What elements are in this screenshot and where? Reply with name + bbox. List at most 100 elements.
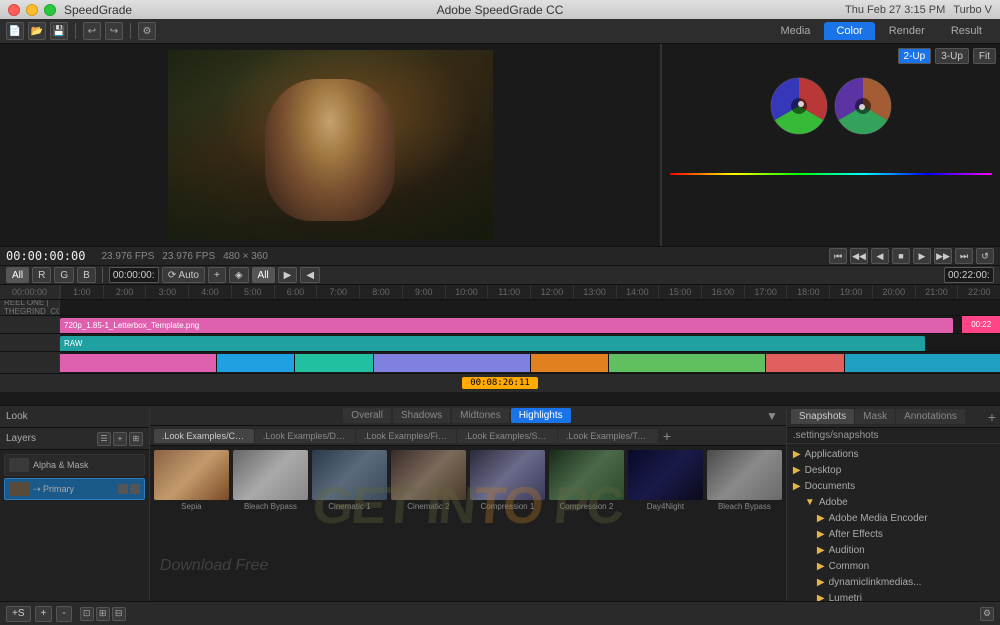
file-item-dynamiclink[interactable]: ▶ dynamiclinkmedias... [789,574,998,590]
grade-clip[interactable] [609,354,766,372]
play-btn[interactable]: ▶ [913,248,931,264]
file-item-desktop[interactable]: ▶ Desktop [789,462,998,478]
view-2up-btn[interactable]: 2-Up [898,48,932,64]
step-fwd-btn[interactable]: ▶▶ [934,248,952,264]
file-item-documents[interactable]: ▶ Documents [789,478,998,494]
go-to-start-btn[interactable]: ⏮ [829,248,847,264]
lut-tab-style[interactable]: .Look Examples/Style [457,429,557,443]
open-icon[interactable]: 📂 [28,22,46,40]
layer-btn[interactable] [118,484,128,494]
add-marker[interactable]: + [208,267,226,283]
snapshot-add-btn[interactable]: + [988,409,996,425]
track-btn-2[interactable]: G [54,267,74,283]
lut-item-cin1[interactable]: Cinematic 1 [312,450,387,621]
add-grade[interactable]: ◈ [229,267,249,283]
file-item-adobe[interactable]: ▼ Adobe [789,494,998,510]
grade-track-content[interactable] [60,352,1000,373]
track-btn-1[interactable]: R [32,267,51,283]
loop-toggle[interactable]: ⟳ Auto [162,267,205,283]
maximize-button[interactable] [44,4,56,16]
video-track-2-content[interactable]: RAW [60,334,1000,351]
window-title: Adobe SpeedGrade CC [437,3,564,17]
track-btn-3[interactable]: B [77,267,96,283]
stop-btn[interactable]: ■ [892,248,910,264]
status-plus-btn[interactable]: + [35,606,53,622]
view-3up-btn[interactable]: 3-Up [935,48,969,64]
file-item-ae[interactable]: ▶ After Effects [789,526,998,542]
tab-snapshots[interactable]: Snapshots [791,409,854,424]
new-icon[interactable]: 📄 [6,22,24,40]
file-item-common[interactable]: ▶ Common [789,558,998,574]
grade-clip[interactable] [845,354,1000,372]
end-timecode-input[interactable] [944,267,994,283]
go-to-end-btn[interactable]: ⏭ [955,248,973,264]
grade-clip[interactable] [60,354,217,372]
start-timecode-input[interactable] [109,267,159,283]
lut-item-bb[interactable]: Bleach Bypass [707,450,782,621]
settings-icon[interactable]: ⚙ [138,22,156,40]
panel-expand-btn[interactable]: ▼ [762,409,782,423]
lut-item-sepia[interactable]: Sepia [154,450,229,621]
lut-tab-add-btn[interactable]: + [659,428,675,444]
lut-label-bleach: Bleach Bypass [244,502,297,511]
layers-add-icon[interactable]: + [113,432,127,446]
grade-clip[interactable] [531,354,610,372]
save-icon[interactable]: 💾 [50,22,68,40]
all-btn-2[interactable]: All [252,267,275,283]
file-item-applications[interactable]: ▶ Applications [789,446,998,462]
grade-clip[interactable] [766,354,845,372]
lut-item-comp2[interactable]: Compression 2 [549,450,624,621]
lut-item-cin2[interactable]: Cinematic 2 [391,450,466,621]
minimize-button[interactable] [26,4,38,16]
close-button[interactable] [8,4,20,16]
lut-tab-filmstock[interactable]: .Look Examples/Filmstock [356,429,456,443]
redo-icon[interactable]: ↪ [105,22,123,40]
lut-tab-desaturation[interactable]: .Look Examples/Desaturation [255,429,355,443]
layer-item-alpha[interactable]: Alpha & Mask [4,454,145,476]
video-track-1-content[interactable]: 720p_1.85-1_Letterbox_Template.png 00:22 [60,316,1000,333]
overall-tab[interactable]: Overall [343,408,391,423]
layer-item-primary[interactable]: ⇢ Primary [4,478,145,500]
layer-btn[interactable] [130,484,140,494]
tab-annotations[interactable]: Annotations [896,409,965,424]
tab-result[interactable]: Result [939,22,994,40]
status-minus-btn[interactable]: - [56,606,71,622]
status-settings-icon[interactable]: ⚙ [980,607,994,621]
lut-item-d4n[interactable]: Day4Night [628,450,703,621]
lut-tab-cinematic[interactable]: .Look Examples/Cinematic [154,429,254,443]
lut-item-comp1[interactable]: Compression 1 [470,450,545,621]
lut-tab-temperature[interactable]: .Look Examples/Temperature [558,429,658,443]
layers-options-icon[interactable]: ☰ [97,432,111,446]
tab-mask[interactable]: Mask [855,409,895,424]
status-icon-2[interactable]: ⊞ [96,607,110,621]
tab-color[interactable]: Color [824,22,874,40]
project-track-content[interactable] [60,300,1000,315]
loop-btn[interactable]: ↺ [976,248,994,264]
file-item-label: Documents [805,481,856,492]
undo-icon[interactable]: ↩ [83,22,101,40]
step-back-btn[interactable]: ◀◀ [850,248,868,264]
grade-clip[interactable] [217,354,296,372]
grade-clip[interactable] [374,354,531,372]
tab-media[interactable]: Media [768,22,822,40]
file-item-ame[interactable]: ▶ Adobe Media Encoder [789,510,998,526]
grade-clip[interactable] [295,354,374,372]
video-preview-container [0,44,660,246]
status-plus-s-btn[interactable]: +S [6,606,31,622]
layers-view-icon[interactable]: ⊞ [129,432,143,446]
file-item-audition[interactable]: ▶ Audition [789,542,998,558]
play-back-btn[interactable]: ◀ [871,248,889,264]
tab-render[interactable]: Render [877,22,937,40]
clip-letterbox[interactable]: 720p_1.85-1_Letterbox_Template.png [60,318,953,333]
lut-item-bleach[interactable]: Bleach Bypass [233,450,308,621]
all-btn[interactable]: All [6,267,29,283]
status-icon-3[interactable]: ⊟ [112,607,126,621]
r-btn[interactable]: ▶ [278,267,298,283]
shadows-tab[interactable]: Shadows [393,408,450,423]
status-icon-1[interactable]: ⊡ [80,607,94,621]
midtones-tab[interactable]: Midtones [452,408,509,423]
s-btn[interactable]: ◀ [300,267,320,283]
highlights-tab[interactable]: Highlights [511,408,571,423]
clip-raw[interactable]: RAW [60,336,925,351]
fit-btn[interactable]: Fit [973,48,996,64]
